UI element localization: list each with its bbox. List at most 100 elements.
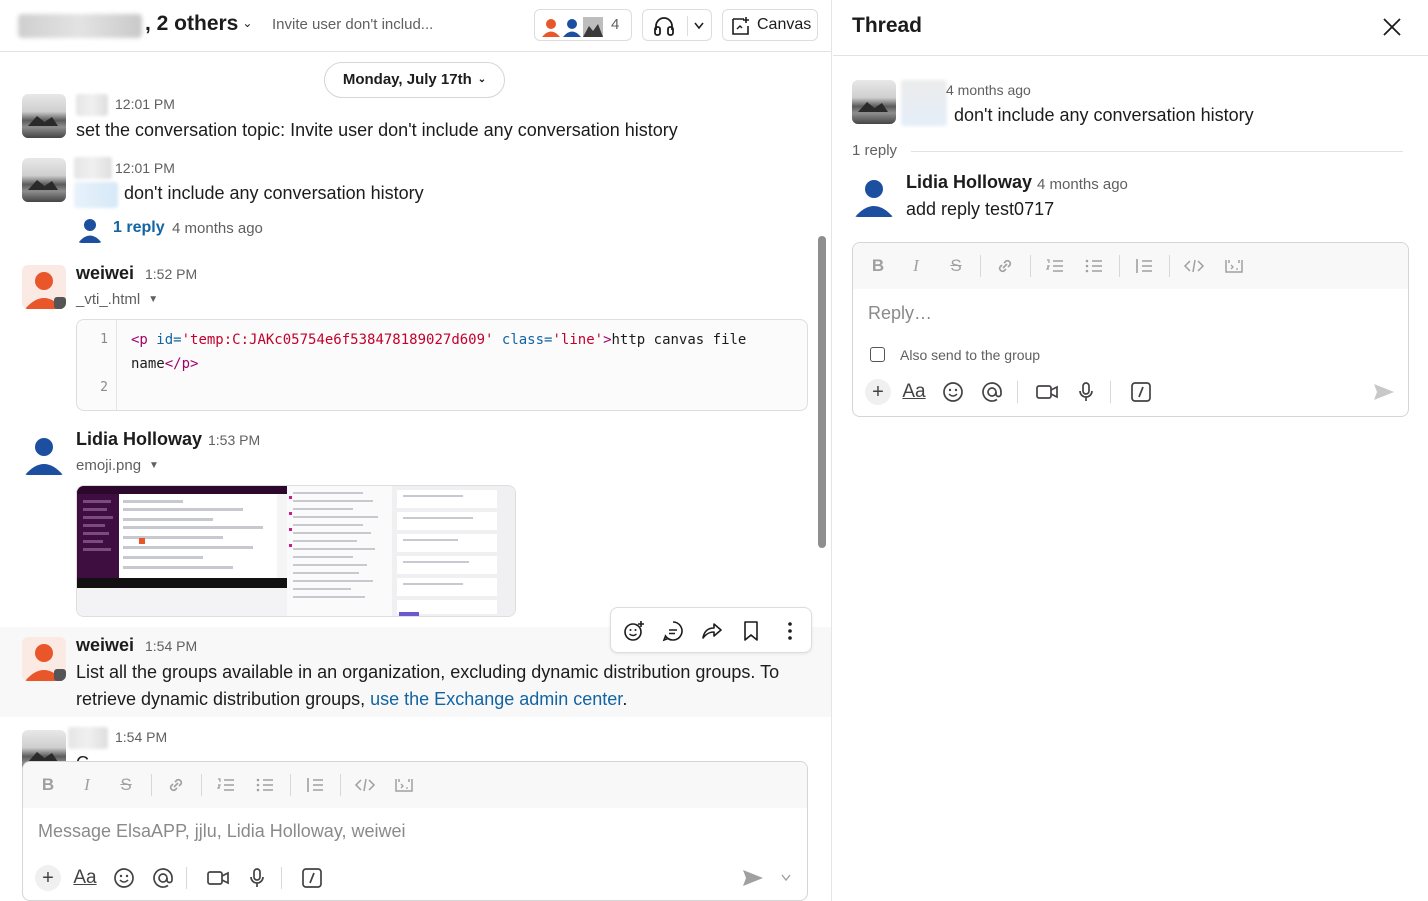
headphones-icon bbox=[654, 17, 674, 36]
blockquote-icon[interactable] bbox=[1133, 255, 1155, 277]
link-icon[interactable] bbox=[165, 774, 187, 796]
code-icon[interactable] bbox=[1183, 255, 1205, 277]
reply-text: add reply test0717 bbox=[906, 199, 1055, 219]
send-icon[interactable] bbox=[1371, 379, 1397, 405]
message-author[interactable]: Lidia Holloway bbox=[76, 429, 202, 450]
member-avatar-icon bbox=[583, 17, 603, 37]
bookmark-icon[interactable] bbox=[739, 619, 763, 643]
strikethrough-icon[interactable]: S bbox=[945, 255, 967, 277]
bold-icon[interactable]: B bbox=[37, 774, 59, 796]
formatting-toolbar: B I S bbox=[23, 762, 807, 808]
chevron-down-icon: ⌄ bbox=[242, 16, 253, 30]
formatting-toolbar: B I S bbox=[853, 243, 1408, 289]
emoji-icon[interactable] bbox=[111, 865, 137, 891]
link-icon[interactable] bbox=[994, 255, 1016, 277]
bulleted-list-icon[interactable] bbox=[254, 774, 276, 796]
message-text: retrieve dynamic distribution groups, us… bbox=[76, 689, 628, 709]
message-time[interactable]: 12:01 PM bbox=[115, 160, 175, 176]
avatar[interactable] bbox=[22, 94, 66, 138]
reply-author[interactable]: Lidia Holloway bbox=[906, 172, 1032, 193]
emoji-icon[interactable] bbox=[940, 379, 966, 405]
code-icon[interactable] bbox=[354, 774, 376, 796]
video-icon[interactable] bbox=[1034, 379, 1060, 405]
date-divider[interactable]: Monday, July 17th ⌄ bbox=[324, 62, 505, 98]
reply-time[interactable]: 4 months ago bbox=[1037, 176, 1128, 193]
channel-title[interactable]: , 2 others ⌄ bbox=[145, 12, 252, 36]
slash-command-icon[interactable] bbox=[1128, 379, 1154, 405]
file-name[interactable]: _vti_.html ▼ bbox=[76, 291, 158, 308]
code-block-icon[interactable] bbox=[393, 774, 415, 796]
plus-icon[interactable]: + bbox=[35, 865, 61, 891]
member-avatar-icon bbox=[562, 17, 582, 37]
strikethrough-icon[interactable]: S bbox=[115, 774, 137, 796]
avatar[interactable] bbox=[22, 431, 66, 475]
canvas-button[interactable]: Canvas bbox=[722, 9, 818, 41]
plus-icon[interactable]: + bbox=[865, 379, 891, 405]
send-icon[interactable] bbox=[740, 865, 766, 891]
microphone-icon[interactable] bbox=[244, 865, 270, 891]
text-format-icon[interactable]: Aa bbox=[901, 379, 927, 405]
huddle-button[interactable] bbox=[642, 9, 712, 41]
blockquote-icon[interactable] bbox=[304, 774, 326, 796]
reply-time: 4 months ago bbox=[172, 220, 263, 237]
avatar[interactable] bbox=[852, 173, 896, 217]
slash-command-icon[interactable] bbox=[299, 865, 325, 891]
also-send-label[interactable]: Also send to the group bbox=[900, 347, 1040, 363]
also-send-checkbox[interactable] bbox=[870, 347, 885, 362]
italic-icon[interactable]: I bbox=[76, 774, 98, 796]
divider bbox=[911, 151, 1403, 152]
reply-input[interactable]: Reply… bbox=[868, 303, 932, 324]
scrollbar[interactable] bbox=[818, 236, 826, 548]
bulleted-list-icon[interactable] bbox=[1083, 255, 1105, 277]
members-button[interactable]: 4 bbox=[534, 9, 632, 41]
message-time[interactable]: 1:52 PM bbox=[145, 266, 197, 282]
message-time[interactable]: 1:54 PM bbox=[145, 638, 197, 654]
member-avatar-icon bbox=[541, 17, 561, 37]
ordered-list-icon[interactable] bbox=[215, 774, 237, 796]
mention-icon[interactable] bbox=[979, 379, 1005, 405]
avatar[interactable] bbox=[22, 265, 66, 309]
message-time[interactable]: 1:54 PM bbox=[115, 729, 167, 745]
ordered-list-icon[interactable] bbox=[1044, 255, 1066, 277]
message-actions-toolbar bbox=[610, 607, 812, 653]
channel-topic[interactable]: Invite user don't includ... bbox=[272, 16, 433, 33]
message-author[interactable]: weiwei bbox=[76, 635, 134, 656]
avatar[interactable] bbox=[852, 80, 896, 124]
forward-icon[interactable] bbox=[700, 619, 724, 643]
add-reaction-icon[interactable] bbox=[622, 619, 646, 643]
message-time[interactable]: 1:53 PM bbox=[208, 432, 260, 448]
message-input[interactable]: Message ElsaAPP, jjlu, Lidia Holloway, w… bbox=[38, 821, 406, 842]
exchange-admin-link[interactable]: use the Exchange admin center bbox=[370, 689, 622, 709]
avatar[interactable] bbox=[22, 158, 66, 202]
mention-icon[interactable] bbox=[150, 865, 176, 891]
code-block-icon[interactable] bbox=[1223, 255, 1245, 277]
text-format-icon[interactable]: Aa bbox=[72, 865, 98, 891]
blurred-author bbox=[76, 94, 108, 116]
italic-icon[interactable]: I bbox=[905, 255, 927, 277]
avatar[interactable] bbox=[22, 637, 66, 681]
file-name[interactable]: emoji.png ▼ bbox=[76, 457, 159, 474]
thread-title: Thread bbox=[852, 14, 923, 37]
chevron-down-icon[interactable] bbox=[781, 874, 791, 882]
code-line: name</p> bbox=[131, 356, 199, 372]
bold-icon[interactable]: B bbox=[867, 255, 889, 277]
message-text: List all the groups available in an orga… bbox=[76, 662, 780, 682]
chevron-down-icon[interactable] bbox=[694, 22, 704, 30]
more-actions-icon[interactable] bbox=[778, 619, 802, 643]
blurred-mention bbox=[74, 182, 118, 208]
parent-time[interactable]: 4 months ago bbox=[946, 82, 1031, 98]
thread-reply-link[interactable]: 1 reply bbox=[113, 219, 165, 237]
caret-down-icon: ▼ bbox=[148, 294, 159, 305]
close-icon[interactable] bbox=[1379, 14, 1405, 40]
blurred-channel-name bbox=[18, 14, 142, 38]
message-author[interactable]: weiwei bbox=[76, 263, 134, 284]
reply-in-thread-icon[interactable] bbox=[661, 619, 685, 643]
chevron-down-icon: ⌄ bbox=[477, 74, 487, 85]
message-time[interactable]: 12:01 PM bbox=[115, 96, 175, 112]
code-snippet[interactable]: 1 2 <p id='temp:C:JAKc05754e6f5384781890… bbox=[76, 319, 808, 411]
code-line: <p id='temp:C:JAKc05754e6f538478189027d6… bbox=[131, 332, 747, 348]
microphone-icon[interactable] bbox=[1073, 379, 1099, 405]
video-icon[interactable] bbox=[205, 865, 231, 891]
channel-pane: , 2 others ⌄ Invite user don't includ... … bbox=[0, 0, 832, 901]
image-attachment[interactable] bbox=[76, 485, 516, 617]
